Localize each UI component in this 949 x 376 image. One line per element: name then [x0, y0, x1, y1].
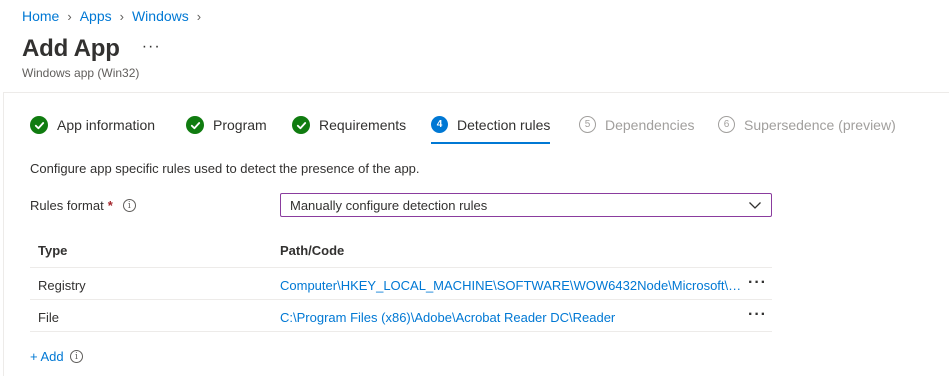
step-number-icon: 4	[431, 116, 448, 133]
table-divider	[30, 299, 772, 300]
row-more-button[interactable]: ···	[748, 274, 767, 292]
chevron-down-icon	[749, 202, 761, 209]
section-description: Configure app specific rules used to det…	[30, 161, 420, 176]
row-type: Registry	[38, 278, 86, 293]
page-subtitle: Windows app (Win32)	[22, 66, 140, 80]
title-row: Add App ···	[22, 35, 161, 63]
info-icon[interactable]: i	[70, 350, 83, 363]
rules-format-text: Rules format	[30, 198, 104, 213]
step-program[interactable]: Program	[186, 116, 267, 134]
row-more-button[interactable]: ···	[748, 306, 767, 324]
more-options-button[interactable]: ···	[142, 38, 161, 56]
add-rule-link[interactable]: + Add	[30, 349, 64, 364]
step-supersedence[interactable]: 6 Supersedence (preview)	[718, 116, 896, 133]
step-label: Program	[213, 117, 267, 133]
required-indicator: *	[107, 198, 113, 213]
step-number-icon: 5	[579, 116, 596, 133]
breadcrumb-home[interactable]: Home	[22, 8, 59, 24]
step-label: Detection rules	[457, 116, 551, 133]
column-header-path: Path/Code	[280, 243, 345, 258]
step-label: Supersedence (preview)	[744, 116, 896, 133]
rules-format-label: Rules format * i	[30, 198, 136, 213]
step-requirements[interactable]: Requirements	[292, 116, 406, 134]
content-border	[3, 92, 4, 376]
check-circle-icon	[186, 116, 204, 134]
chevron-right-icon: ›	[119, 8, 124, 24]
step-dependencies[interactable]: 5 Dependencies	[579, 116, 695, 133]
rules-format-value: Manually configure detection rules	[290, 197, 488, 213]
step-detection-rules[interactable]: 4 Detection rules	[431, 116, 551, 144]
check-circle-icon	[30, 116, 48, 134]
row-path-link[interactable]: C:\Program Files (x86)\Adobe\Acrobat Rea…	[280, 310, 745, 325]
breadcrumb-apps[interactable]: Apps	[80, 8, 112, 24]
step-label: App information	[57, 117, 156, 133]
chevron-right-icon: ›	[67, 8, 72, 24]
row-type: File	[38, 310, 59, 325]
rules-format-dropdown[interactable]: Manually configure detection rules	[280, 193, 772, 217]
table-divider	[30, 267, 772, 268]
chevron-right-icon: ›	[196, 8, 202, 24]
step-app-information[interactable]: App information	[30, 116, 155, 134]
check-circle-icon	[292, 116, 310, 134]
page-title: Add App	[22, 35, 120, 62]
step-label: Dependencies	[605, 116, 695, 133]
info-icon[interactable]: i	[122, 199, 136, 212]
column-header-type: Type	[38, 243, 68, 258]
row-path-link[interactable]: Computer\HKEY_LOCAL_MACHINE\SOFTWARE\WOW…	[280, 278, 745, 293]
breadcrumb-windows[interactable]: Windows	[132, 8, 189, 24]
table-divider	[30, 331, 772, 332]
step-number-icon: 6	[718, 116, 735, 133]
step-label: Requirements	[319, 117, 407, 133]
breadcrumb: Home › Apps › Windows ›	[22, 8, 209, 24]
content-divider	[3, 92, 949, 93]
